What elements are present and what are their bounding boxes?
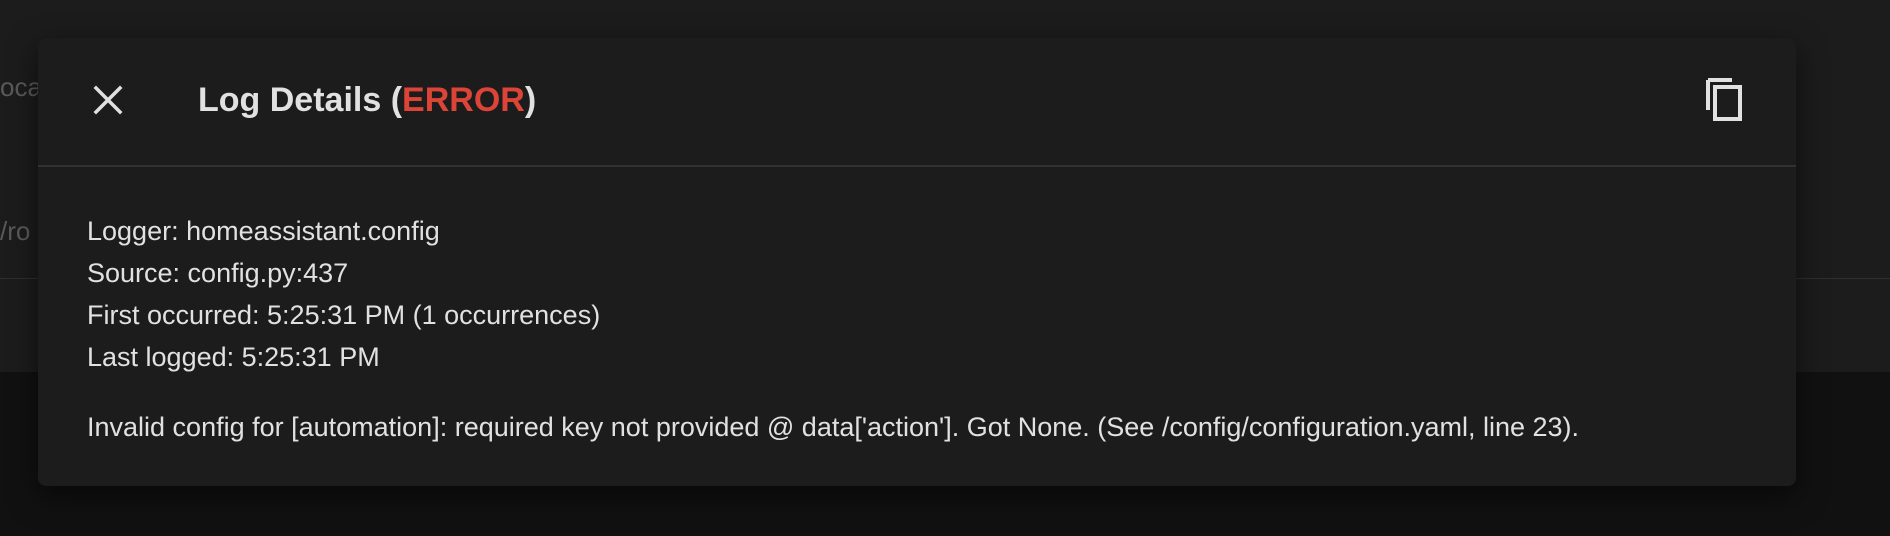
logger-line: Logger: homeassistant.config <box>87 216 440 246</box>
dialog-header: Log Details (ERROR) <box>38 38 1796 167</box>
copy-button[interactable] <box>1700 74 1752 126</box>
title-prefix: Log Details ( <box>198 81 403 119</box>
background-text-bottom: /ro <box>0 216 31 246</box>
dialog-title: Log Details (ERROR) <box>198 80 536 120</box>
dialog-body: Logger: homeassistant.config Source: con… <box>87 210 1767 448</box>
log-details-dialog: Log Details (ERROR) Logger: homeassistan… <box>38 38 1796 486</box>
log-message: Invalid config for [automation]: require… <box>87 412 1580 442</box>
title-suffix: ) <box>524 81 537 119</box>
first-occurred-line: First occurred: 5:25:31 PM (1 occurrence… <box>87 300 601 330</box>
background-text-top: oca <box>0 72 42 102</box>
last-logged-line: Last logged: 5:25:31 PM <box>87 342 380 372</box>
close-button[interactable] <box>86 78 130 122</box>
copy-icon <box>1706 78 1742 121</box>
close-icon <box>93 85 123 115</box>
log-level: ERROR <box>402 81 525 119</box>
source-line: Source: config.py:437 <box>87 258 349 288</box>
